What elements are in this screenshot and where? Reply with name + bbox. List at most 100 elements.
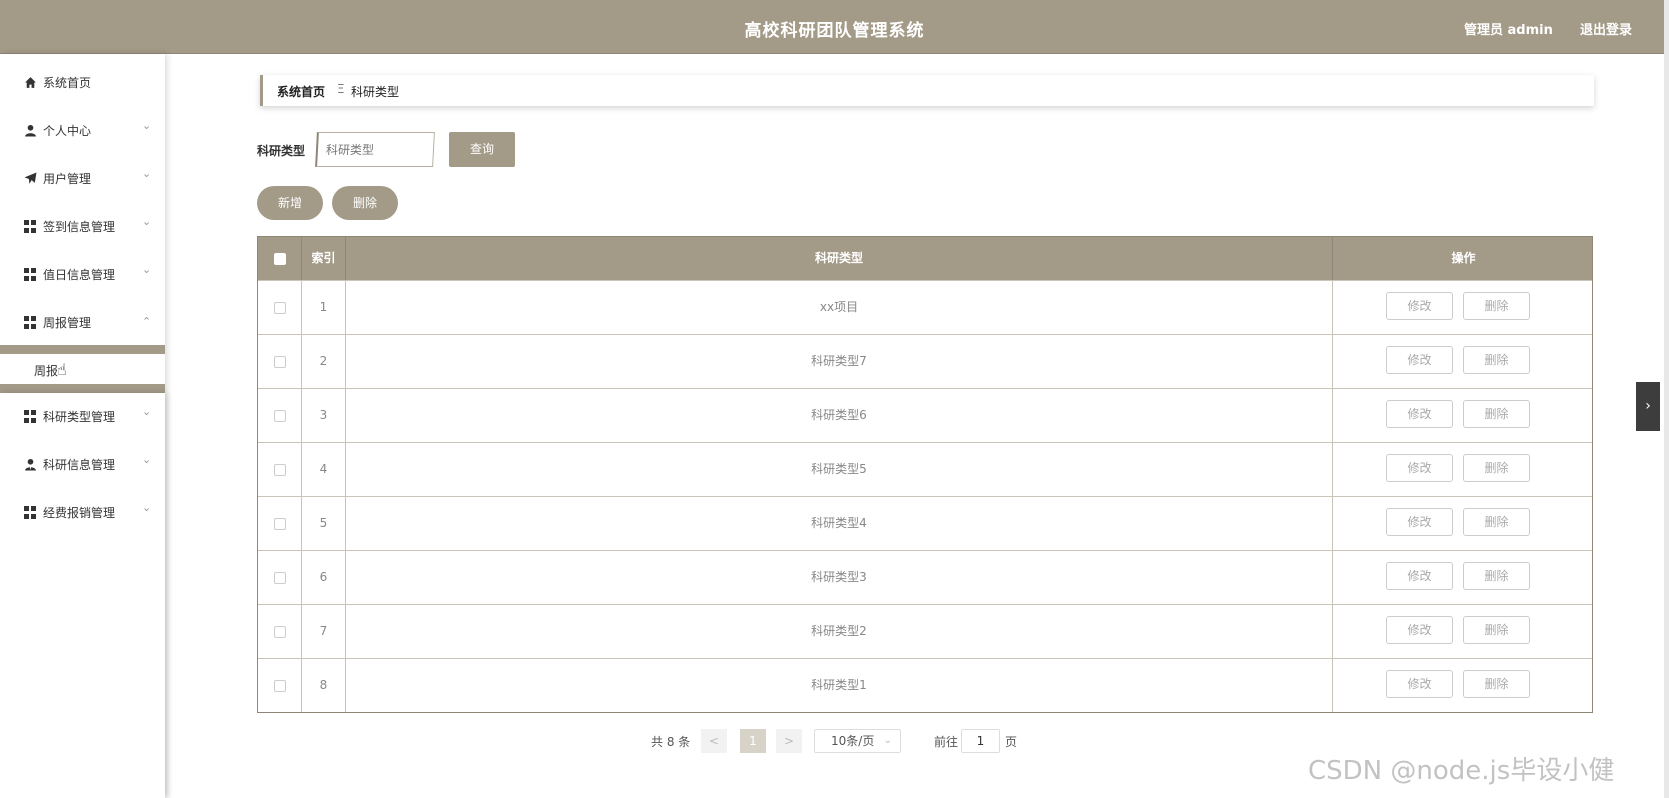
table-row: 6 科研类型3 修改 删除 — [258, 550, 1592, 604]
search-label: 科研类型 — [257, 144, 306, 158]
pagination-total: 共 8 条 — [651, 735, 691, 749]
page-number-1[interactable]: 1 — [740, 729, 766, 753]
row-checkbox[interactable] — [273, 409, 286, 422]
edit-button[interactable]: 修改 — [1386, 508, 1453, 536]
breadcrumb-home[interactable]: 系统首页 — [277, 83, 325, 100]
delete-button[interactable]: 删除 — [1463, 508, 1530, 536]
row-research-type: 科研类型5 — [346, 443, 1333, 496]
delete-button[interactable]: 删除 — [1463, 292, 1530, 320]
row-research-type: 科研类型7 — [346, 335, 1333, 388]
row-checkbox[interactable] — [273, 679, 286, 692]
add-button[interactable]: 新增 — [257, 186, 323, 220]
table-row: 1 xx项目 修改 删除 — [258, 280, 1592, 334]
row-checkbox-cell — [258, 389, 302, 442]
row-index: 5 — [302, 497, 346, 550]
edit-button[interactable]: 修改 — [1386, 616, 1453, 644]
sidebar-item-duty[interactable]: 值日信息管理 ⌄ — [0, 251, 165, 299]
sidebar-item-weekly[interactable]: 周报管理 ⌃ — [0, 299, 165, 347]
bulk-delete-button[interactable]: 删除 — [332, 186, 398, 220]
sidebar-item-label: 周报管理 — [43, 316, 92, 330]
row-actions: 修改 删除 — [1333, 389, 1594, 442]
sidebar-subitem-label: 周报 — [34, 364, 59, 378]
row-checkbox[interactable] — [273, 571, 286, 584]
sidebar-item-checkin[interactable]: 签到信息管理 ⌄ — [0, 203, 165, 251]
row-research-type: xx项目 — [346, 281, 1333, 334]
row-checkbox-cell — [258, 443, 302, 496]
sidebar-item-research-info[interactable]: 科研信息管理 ⌄ — [0, 441, 165, 489]
search-input[interactable] — [315, 132, 435, 167]
goto-page-input[interactable] — [961, 729, 1000, 753]
sidebar-item-profile[interactable]: 个人中心 ⌄ — [0, 107, 165, 155]
row-index: 6 — [302, 551, 346, 604]
sidebar-item-users[interactable]: 用户管理 ⌄ — [0, 155, 165, 203]
delete-button[interactable]: 删除 — [1463, 616, 1530, 644]
row-actions: 修改 删除 — [1333, 659, 1594, 712]
breadcrumb: 系统首页 Ξ 科研类型 — [260, 75, 1594, 106]
prev-page-button[interactable]: < — [701, 729, 727, 753]
row-checkbox-cell — [258, 551, 302, 604]
row-research-type: 科研类型3 — [346, 551, 1333, 604]
row-checkbox-cell — [258, 605, 302, 658]
scrollbar[interactable] — [1664, 0, 1669, 798]
sidebar-subitem-weekly[interactable]: 周报 ☝ — [0, 354, 165, 384]
sidebar-item-label: 个人中心 — [43, 124, 92, 138]
row-index: 4 — [302, 443, 346, 496]
sidebar-item-home[interactable]: 系统首页 — [0, 59, 165, 107]
delete-button[interactable]: 删除 — [1463, 670, 1530, 698]
chevron-up-icon: ⌃ — [142, 315, 152, 328]
query-button[interactable]: 查询 — [449, 132, 515, 167]
row-actions: 修改 删除 — [1333, 335, 1594, 388]
row-checkbox[interactable] — [273, 463, 286, 476]
sidebar-item-label: 值日信息管理 — [43, 268, 116, 282]
row-checkbox[interactable] — [273, 625, 286, 638]
select-all-cell — [258, 237, 302, 280]
delete-button[interactable]: 删除 — [1463, 346, 1530, 374]
select-all-checkbox[interactable] — [273, 252, 286, 265]
chevron-down-icon: ⌄ — [883, 735, 892, 746]
edit-button[interactable]: 修改 — [1386, 670, 1453, 698]
grid-icon — [24, 316, 37, 329]
user-tie-icon — [25, 458, 36, 471]
row-actions: 修改 删除 — [1333, 605, 1594, 658]
chevron-down-icon: ⌄ — [142, 263, 152, 276]
sidebar-item-label: 科研类型管理 — [43, 410, 116, 424]
row-research-type: 科研类型2 — [346, 605, 1333, 658]
chevron-down-icon: ⌄ — [142, 453, 152, 466]
row-index: 1 — [302, 281, 346, 334]
logout-link[interactable]: 退出登录 — [1580, 19, 1632, 38]
next-page-button[interactable]: > — [776, 729, 802, 753]
row-checkbox[interactable] — [273, 517, 286, 530]
row-index: 3 — [302, 389, 346, 442]
edit-button[interactable]: 修改 — [1386, 400, 1453, 428]
app-title: 高校科研团队管理系统 — [744, 21, 925, 41]
row-checkbox[interactable] — [273, 355, 286, 368]
row-checkbox-cell — [258, 335, 302, 388]
table-row: 3 科研类型6 修改 删除 — [258, 388, 1592, 442]
edit-button[interactable]: 修改 — [1386, 454, 1453, 482]
edit-button[interactable]: 修改 — [1386, 346, 1453, 374]
row-research-type: 科研类型6 — [346, 389, 1333, 442]
chevron-down-icon: ⌄ — [142, 215, 152, 228]
sidebar-item-research-type[interactable]: 科研类型管理 ⌄ — [0, 393, 165, 441]
edit-button[interactable]: 修改 — [1386, 292, 1453, 320]
delete-button[interactable]: 删除 — [1463, 400, 1530, 428]
delete-button[interactable]: 删除 — [1463, 454, 1530, 482]
delete-button[interactable]: 删除 — [1463, 562, 1530, 590]
row-research-type: 科研类型4 — [346, 497, 1333, 550]
column-header-index: 索引 — [302, 237, 346, 280]
row-actions: 修改 删除 — [1333, 281, 1594, 334]
sidebar-item-label: 经费报销管理 — [43, 506, 116, 520]
row-checkbox[interactable] — [273, 301, 286, 314]
row-actions: 修改 删除 — [1333, 443, 1594, 496]
page-size-select[interactable]: 10条/页 ⌄ — [814, 729, 901, 753]
watermark: CSDN @node.js毕设小健 — [1308, 756, 1615, 786]
row-index: 8 — [302, 659, 346, 712]
goto-label: 前往 — [934, 735, 959, 749]
paper-plane-icon — [24, 172, 37, 184]
table-header: 索引 科研类型 操作 — [258, 237, 1592, 280]
edit-button[interactable]: 修改 — [1386, 562, 1453, 590]
breadcrumb-current: 科研类型 — [351, 85, 400, 99]
grid-icon — [24, 220, 37, 233]
sidebar-item-reimbursement[interactable]: 经费报销管理 ⌄ — [0, 489, 165, 537]
chevron-right-icon[interactable]: › — [1636, 382, 1660, 431]
